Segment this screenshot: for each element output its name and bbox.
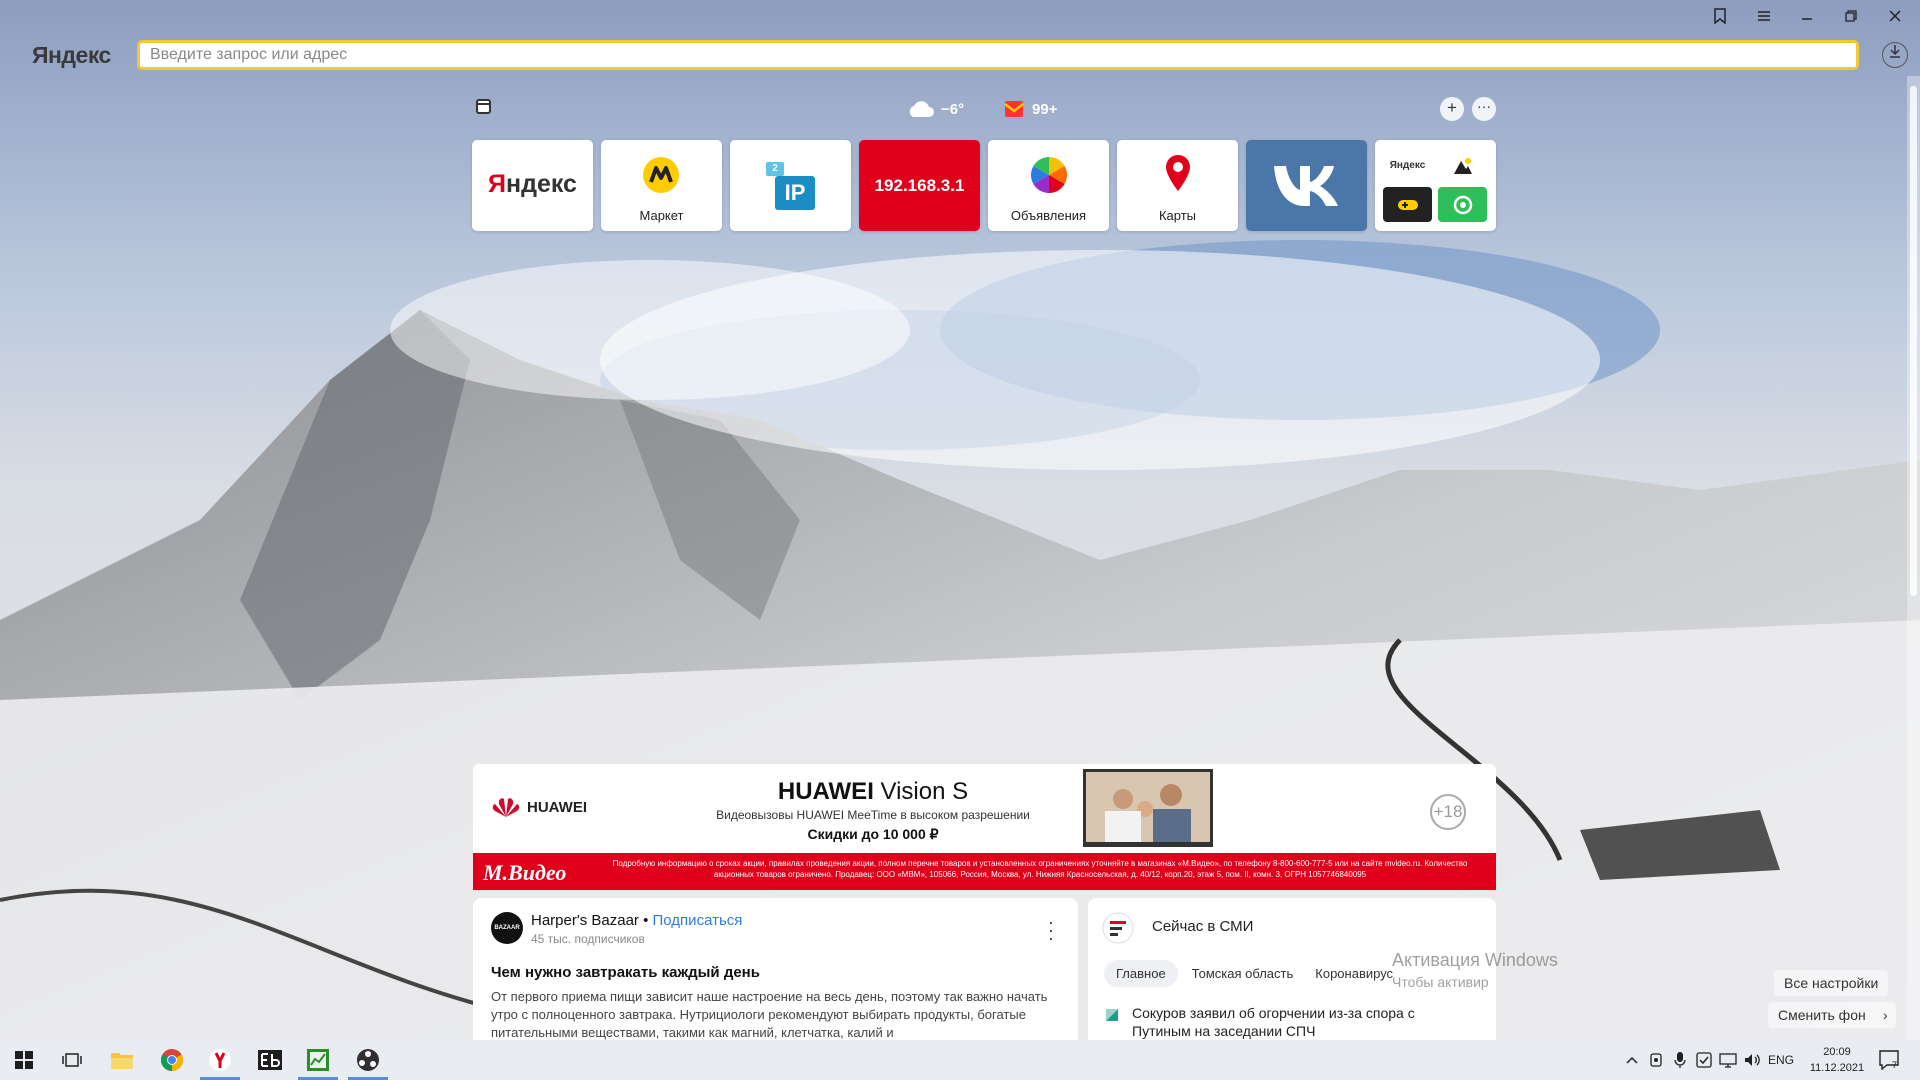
news-logo-icon (1102, 912, 1134, 944)
notifications-icon[interactable]: 7 (1876, 1046, 1904, 1074)
monitor-app-icon[interactable] (304, 1046, 332, 1074)
close-icon[interactable] (1882, 8, 1908, 28)
news-source-icon (1106, 1008, 1118, 1021)
clock-date: 11.12.2021 (1809, 1062, 1865, 1074)
mvideo-logo: М.Видео (483, 860, 567, 885)
tile-maps[interactable]: Карты (1117, 140, 1238, 231)
tile-objavleniya-label: Объявления (1010, 208, 1087, 223)
sidebar-toggle-icon[interactable] (476, 99, 491, 114)
news-headline[interactable]: Сокуров заявил об огорчении из-за спора … (1132, 1004, 1462, 1040)
advertisement-banner[interactable]: HUAWEI HUAWEI Vision S Видеовызовы HUAWE… (473, 764, 1496, 890)
tile-objavleniya[interactable]: Объявления (988, 140, 1109, 231)
menu-icon[interactable] (1751, 8, 1777, 28)
mvideo-strip: М.Видео Подробную информацию о сроках ак… (473, 853, 1496, 890)
weather-temperature: −6° (941, 100, 965, 118)
vk-logo-icon (1274, 166, 1338, 206)
games-icon (1383, 187, 1432, 222)
page-scrollbar[interactable] (1907, 76, 1920, 1040)
ad-legal-text: Подробную информацию о сроках акции, пра… (612, 859, 1468, 879)
clock[interactable]: 20:09 11.12.2021 (1806, 1044, 1868, 1076)
yandex-logo-rest: ндекс (506, 170, 577, 198)
chrome-icon[interactable] (158, 1046, 186, 1074)
mail-count: 99+ (1032, 100, 1058, 118)
tile-2ip[interactable]: 2 IP (730, 140, 851, 231)
weather-widget[interactable]: −6° (905, 96, 964, 122)
more-options-icon[interactable]: ··· (1472, 97, 1496, 121)
tile-maps-label: Карты (1158, 208, 1197, 223)
subscribe-link[interactable]: Подписаться (653, 912, 743, 929)
yandex-browser-icon[interactable] (206, 1046, 234, 1074)
tile-vk[interactable] (1246, 140, 1367, 231)
minimize-icon[interactable] (1794, 8, 1820, 28)
app-eb-icon[interactable] (256, 1046, 284, 1074)
news-tab-tomsk[interactable]: Томская область (1184, 960, 1302, 987)
subscriber-count: 45 тыс. подписчиков (531, 932, 645, 946)
cloud-icon (909, 101, 934, 117)
more-vertical-icon[interactable]: · · · (1043, 913, 1059, 947)
publisher-name[interactable]: Harper's Bazaar (531, 912, 639, 929)
age-rating-badge: +18 (1430, 794, 1466, 830)
mail-icon (1004, 101, 1024, 117)
tile-yandex-services[interactable]: Яндекс (1375, 140, 1496, 231)
ad-product-image (1083, 769, 1213, 847)
windows-start-icon[interactable] (10, 1046, 38, 1074)
change-background-button[interactable]: Сменить фон › (1768, 1002, 1896, 1028)
2ip-icon: IP (775, 176, 815, 210)
windows-activation-subtitle: Чтобы активир (1392, 974, 1489, 990)
services-yandex-label: Яндекс (1389, 160, 1426, 171)
bookmarks-icon[interactable] (1707, 8, 1733, 28)
all-settings-button[interactable]: Все настройки (1774, 970, 1889, 996)
huawei-flower-icon (492, 798, 520, 817)
input-language[interactable]: ENG (1768, 1053, 1794, 1067)
article-title[interactable]: Чем нужно завтракать каждый день (491, 964, 760, 981)
chevron-right-icon: › (1883, 1007, 1888, 1023)
huawei-logo: HUAWEI (491, 796, 587, 818)
publisher-avatar: BAZAAR (491, 912, 523, 944)
yandex-logo-letter: Я (488, 170, 506, 198)
yandex-logo[interactable]: Яндекс (32, 42, 111, 69)
tile-router-label: 192.168.3.1 (874, 176, 965, 195)
market-icon (643, 157, 679, 193)
address-bar[interactable] (137, 40, 1859, 70)
classifieds-pinwheel-icon (1030, 157, 1068, 193)
news-tab-main[interactable]: Главное (1104, 960, 1178, 987)
restore-icon[interactable] (1838, 8, 1864, 28)
file-explorer-icon[interactable] (108, 1046, 136, 1074)
windows-taskbar: ENG 20:09 11.12.2021 7 (0, 1040, 1920, 1080)
news-title: Сейчас в СМИ (1152, 918, 1254, 935)
obs-studio-icon[interactable] (354, 1046, 382, 1074)
downloads-icon[interactable] (1882, 42, 1908, 68)
volume-icon[interactable] (1738, 1046, 1766, 1074)
map-pin-icon (1166, 155, 1190, 191)
mail-widget[interactable]: 99+ (1004, 96, 1057, 122)
tile-market-label: Маркет (639, 208, 684, 223)
scrollbar-thumb[interactable] (1910, 86, 1917, 596)
news-tab-covid[interactable]: Коронавирус (1307, 960, 1401, 987)
article-snippet: От первого приема пищи зависит наше наст… (491, 989, 1048, 1040)
notifications-count: 7 (1892, 1060, 1898, 1070)
task-view-icon[interactable] (58, 1046, 86, 1074)
windows-activation-watermark: Активация Windows (1392, 950, 1558, 970)
add-tile-button[interactable]: + (1440, 97, 1464, 121)
ad-text: HUAWEI Vision S Видеовызовы HUAWEI MeeTi… (716, 778, 1030, 842)
tile-yandex[interactable]: Яндекс (472, 140, 593, 231)
tile-market[interactable]: Маркет (601, 140, 722, 231)
browser-toolbar: Яндекс (0, 0, 1920, 76)
gallery-icon (1438, 148, 1487, 183)
clock-time: 20:09 (1823, 1046, 1851, 1058)
separator-dot: • (643, 912, 653, 929)
2ip-icon-small: 2 (766, 162, 784, 176)
music-icon (1438, 187, 1487, 222)
tile-router[interactable]: 192.168.3.1 (859, 140, 980, 231)
news-tabs: Главное Томская область Коронавирус (1104, 960, 1401, 987)
